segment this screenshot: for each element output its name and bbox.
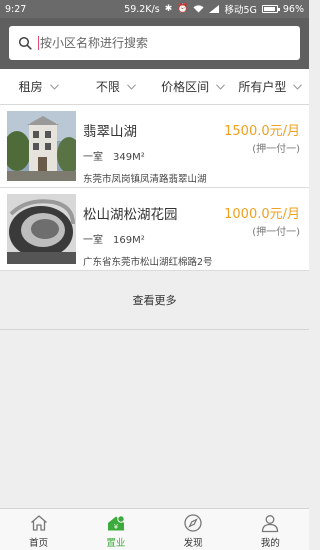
listing-price: 1000.0元/月	[224, 207, 300, 222]
user-icon	[262, 515, 279, 533]
alarm-icon: ⏰	[177, 3, 189, 14]
tab-label: 置业	[106, 538, 126, 549]
listing-photo	[7, 194, 76, 264]
listing-item[interactable]: 翡翠山湖 一室 349M² 东莞市凤岗镇凤清路翡翠山湖 1500.0元/月 (押一…	[0, 105, 309, 188]
filter-label: 所有户型	[238, 80, 287, 94]
listing-address: 广东省东莞市松山湖红棉路2号	[83, 257, 213, 268]
tab-discover[interactable]: 发现	[155, 509, 232, 550]
bluetooth-icon: ✱	[164, 3, 173, 14]
wifi-icon	[193, 5, 204, 13]
tab-mine[interactable]: 我的	[232, 509, 309, 550]
tab-label: 发现	[183, 538, 203, 549]
filter-price-range[interactable]: 价格区间	[155, 69, 232, 104]
chevron-down-icon	[126, 83, 136, 90]
network-speed: 59.2K/s	[124, 3, 160, 15]
chevron-down-icon	[49, 83, 59, 90]
search-icon	[18, 36, 32, 50]
filter-label: 租房	[18, 80, 43, 94]
filter-room-type[interactable]: 所有户型	[232, 69, 309, 104]
chevron-down-icon	[216, 83, 226, 90]
signal-icon	[209, 5, 220, 13]
battery-percent: 96%	[282, 3, 304, 15]
listing-area: 349M²	[113, 152, 145, 163]
chevron-down-icon	[293, 83, 303, 90]
load-more-button[interactable]: 查看更多	[0, 271, 309, 330]
status-time: 9:27	[5, 3, 27, 15]
header-bar	[0, 18, 309, 69]
property-icon: ¥	[107, 515, 125, 531]
tab-home[interactable]: 首页	[0, 509, 77, 550]
listing-item[interactable]: 松山湖松湖花园 一室 169M² 广东省东莞市松山湖红棉路2号 1000.0元/月…	[0, 188, 309, 271]
status-icons: 59.2K/s ✱ ⏰ 移动5G 96%	[124, 2, 304, 17]
listing-rooms: 一室	[83, 152, 103, 163]
listing-area: 169M²	[113, 235, 145, 246]
listing-payment: (押一付一)	[252, 144, 300, 155]
filter-rent-type[interactable]: 租房	[0, 69, 77, 104]
listing-payment: (押一付一)	[252, 227, 300, 238]
listing-price: 1500.0元/月	[224, 124, 300, 139]
listing-list: 翡翠山湖 一室 349M² 东莞市凤岗镇凤清路翡翠山湖 1500.0元/月 (押一…	[0, 105, 309, 271]
listing-spec: 一室 349M²	[83, 148, 207, 163]
text-cursor	[38, 36, 39, 50]
status-bar: 9:27 59.2K/s ✱ ⏰ 移动5G 96%	[0, 0, 309, 18]
home-icon	[30, 515, 47, 531]
listing-info: 翡翠山湖 一室 349M² 东莞市凤岗镇凤清路翡翠山湖	[83, 120, 207, 185]
search-input[interactable]	[40, 36, 270, 50]
compass-icon	[184, 514, 202, 532]
svg-text:¥: ¥	[114, 523, 119, 531]
filter-unlimited[interactable]: 不限	[77, 69, 154, 104]
search-box[interactable]	[9, 26, 300, 60]
tab-label: 首页	[29, 538, 49, 549]
listing-rooms: 一室	[83, 235, 103, 246]
bottom-tab-bar: 首页 ¥ 置业 发现 我的	[0, 508, 309, 550]
filter-label: 不限	[95, 80, 120, 94]
listing-photo	[7, 111, 76, 181]
battery-icon	[261, 5, 280, 13]
listing-address: 东莞市凤岗镇凤清路翡翠山湖	[83, 174, 207, 185]
filter-bar: 租房 不限 价格区间 所有户型	[0, 69, 309, 105]
listing-name: 松山湖松湖花园	[83, 207, 178, 223]
tab-label: 我的	[260, 538, 280, 549]
tab-property[interactable]: ¥ 置业	[77, 509, 154, 550]
listing-spec: 一室 169M²	[83, 231, 213, 246]
filter-label: 价格区间	[161, 80, 210, 94]
carrier-label: 移动5G	[224, 5, 257, 16]
listing-info: 松山湖松湖花园 一室 169M² 广东省东莞市松山湖红棉路2号	[83, 203, 213, 268]
listing-name: 翡翠山湖	[83, 124, 137, 140]
